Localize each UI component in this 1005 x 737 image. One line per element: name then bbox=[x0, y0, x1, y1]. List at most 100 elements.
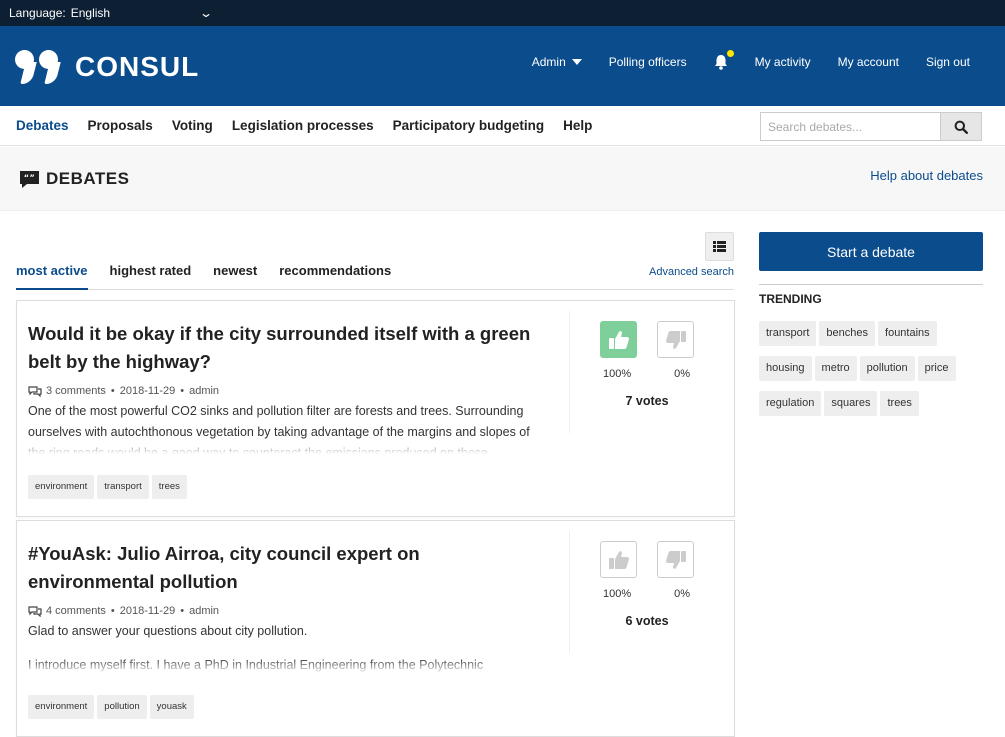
advanced-search-link[interactable]: Advanced search bbox=[649, 266, 734, 278]
meta-separator: • bbox=[180, 385, 185, 397]
comments-count[interactable]: 3 comments bbox=[46, 385, 106, 397]
card-divider bbox=[569, 311, 570, 433]
tab-highest-rated[interactable]: highest rated bbox=[110, 263, 192, 290]
language-label: Language: bbox=[9, 6, 66, 20]
description-paragraph: I introduce myself first. I have a PhD i… bbox=[28, 658, 484, 672]
tab-recommendations[interactable]: recommendations bbox=[279, 263, 391, 290]
debate-date: 2018-11-29 bbox=[119, 385, 176, 397]
total-votes: 7 votes bbox=[625, 394, 669, 408]
votes-in-favor-percent: 100% bbox=[603, 588, 632, 600]
debate-title[interactable]: Would it be okay if the city surrounded … bbox=[28, 320, 548, 376]
view-mode-toggle[interactable] bbox=[705, 232, 734, 261]
nav-debates[interactable]: Debates bbox=[16, 118, 69, 133]
notification-dot bbox=[726, 50, 734, 57]
trending-tag[interactable]: price bbox=[917, 356, 956, 381]
trending-tag[interactable]: trees bbox=[880, 391, 919, 416]
start-debate-button[interactable]: Start a debate bbox=[759, 232, 983, 271]
trending-tags: transport benches fountains housing metr… bbox=[759, 321, 983, 426]
debate-meta: 3 comments • 2018-11-29 • admin bbox=[28, 385, 548, 397]
user-nav: Admin Polling officers My activity My ac… bbox=[505, 50, 970, 70]
trending-tag[interactable]: housing bbox=[759, 356, 812, 381]
search-form bbox=[760, 112, 982, 141]
thumbs-down-icon bbox=[665, 330, 686, 349]
comments-icon bbox=[28, 605, 42, 617]
card-divider bbox=[569, 531, 570, 653]
site-header: CONSUL Admin Polling officers My activit… bbox=[0, 26, 1005, 106]
debate-speech-icon: “” bbox=[20, 170, 39, 188]
debate-tags: environment transport trees bbox=[28, 475, 190, 499]
page-title: “” DEBATES bbox=[19, 169, 129, 189]
nav-help[interactable]: Help bbox=[563, 118, 592, 133]
consul-logo[interactable]: CONSUL bbox=[15, 50, 199, 84]
vote-down-button[interactable] bbox=[657, 541, 694, 578]
tag-youask[interactable]: youask bbox=[149, 695, 194, 719]
my-activity-link[interactable]: My activity bbox=[755, 55, 811, 69]
trending-tag[interactable]: metro bbox=[814, 356, 857, 381]
admin-menu[interactable]: Admin bbox=[532, 55, 582, 69]
debate-tags: environment pollution youask bbox=[28, 695, 197, 719]
tag-environment[interactable]: environment bbox=[28, 695, 95, 719]
meta-separator: • bbox=[110, 385, 115, 397]
vote-up-button[interactable] bbox=[600, 541, 637, 578]
nav-voting[interactable]: Voting bbox=[172, 118, 213, 133]
polling-officers-link[interactable]: Polling officers bbox=[609, 55, 687, 69]
votes-against-percent: 0% bbox=[674, 588, 690, 600]
thumbs-down-icon bbox=[665, 550, 686, 569]
search-input[interactable] bbox=[760, 112, 942, 141]
trending-tag[interactable]: transport bbox=[759, 321, 817, 346]
nav-proposals[interactable]: Proposals bbox=[88, 118, 153, 133]
trending-section: TRENDING transport benches fountains hou… bbox=[759, 284, 983, 426]
debate-author: admin bbox=[189, 385, 220, 397]
vote-down-button[interactable] bbox=[657, 321, 694, 358]
votes-in-favor-percent: 100% bbox=[603, 368, 632, 380]
caret-down-icon bbox=[571, 59, 582, 65]
trending-tag[interactable]: regulation bbox=[759, 391, 822, 416]
language-bar: Language: English ⌄ bbox=[0, 0, 1005, 26]
vote-up-button[interactable] bbox=[600, 321, 637, 358]
chevron-down-icon: ⌄ bbox=[198, 6, 213, 20]
quote-logo-icon bbox=[15, 50, 61, 84]
sign-out-link[interactable]: Sign out bbox=[926, 55, 970, 69]
brand-name: CONSUL bbox=[75, 51, 200, 82]
trending-tag[interactable]: benches bbox=[819, 321, 876, 346]
thumbs-up-icon bbox=[608, 550, 629, 569]
debate-card: Would it be okay if the city surrounded … bbox=[16, 300, 735, 517]
tag-transport[interactable]: transport bbox=[97, 475, 149, 499]
tag-trees[interactable]: trees bbox=[151, 475, 187, 499]
language-select[interactable]: English ⌄ bbox=[70, 6, 213, 20]
language-selected: English bbox=[70, 6, 111, 20]
help-about-debates-link[interactable]: Help about debates bbox=[870, 168, 983, 183]
admin-label: Admin bbox=[531, 55, 566, 69]
debate-card: #YouAsk: Julio Airroa, city council expe… bbox=[16, 520, 735, 737]
nav-participatory-budgeting[interactable]: Participatory budgeting bbox=[393, 118, 545, 133]
tag-pollution[interactable]: pollution bbox=[97, 695, 147, 719]
meta-separator: • bbox=[110, 605, 115, 617]
my-account-link[interactable]: My account bbox=[838, 55, 899, 69]
search-icon bbox=[954, 120, 969, 134]
list-view-icon bbox=[713, 241, 726, 252]
tab-most-active[interactable]: most active bbox=[16, 263, 88, 290]
tag-environment[interactable]: environment bbox=[28, 475, 95, 499]
trending-label: TRENDING bbox=[759, 292, 822, 306]
debate-meta: 4 comments • 2018-11-29 • admin bbox=[28, 605, 548, 617]
votes-against-percent: 0% bbox=[674, 368, 690, 380]
trending-tag[interactable]: fountains bbox=[878, 321, 937, 346]
nav-legislation-processes[interactable]: Legislation processes bbox=[232, 118, 374, 133]
svg-text:“”: “” bbox=[24, 173, 36, 182]
meta-separator: • bbox=[180, 605, 185, 617]
search-button[interactable] bbox=[941, 112, 982, 141]
trending-tag[interactable]: squares bbox=[824, 391, 878, 416]
debate-title[interactable]: #YouAsk: Julio Airroa, city council expe… bbox=[28, 540, 548, 596]
thumbs-up-icon bbox=[608, 330, 629, 349]
comments-icon bbox=[28, 385, 42, 397]
comments-count[interactable]: 4 comments bbox=[46, 605, 106, 617]
page-title-text: DEBATES bbox=[46, 169, 130, 188]
page-header: “” DEBATES Help about debates bbox=[0, 147, 1005, 211]
trending-tag[interactable]: pollution bbox=[859, 356, 915, 381]
order-tabs: most active highest rated newest recomme… bbox=[16, 263, 734, 290]
total-votes: 6 votes bbox=[625, 614, 669, 628]
notifications-bell-icon[interactable] bbox=[714, 50, 734, 70]
tab-newest[interactable]: newest bbox=[213, 263, 257, 290]
debate-author: admin bbox=[189, 605, 220, 617]
debate-votes: 100% 0% 7 votes bbox=[600, 321, 700, 408]
